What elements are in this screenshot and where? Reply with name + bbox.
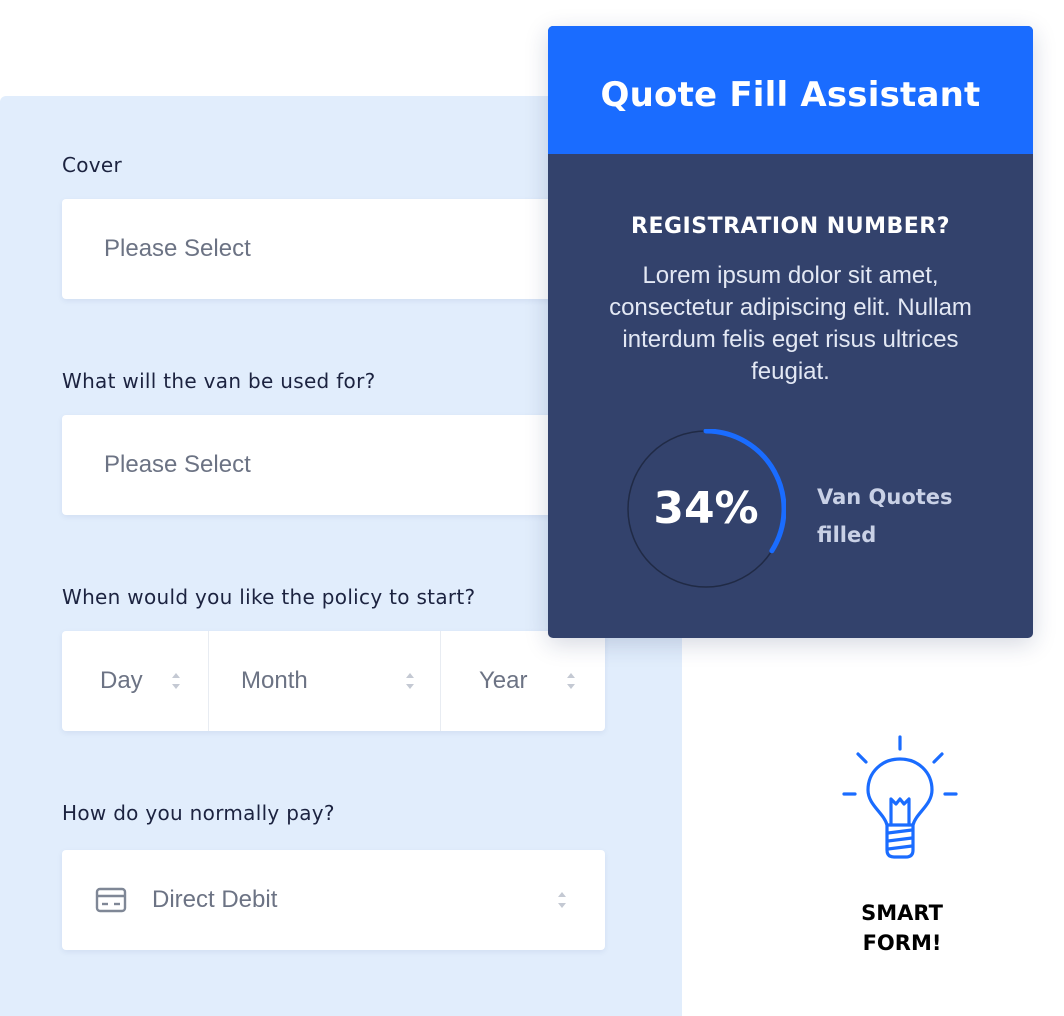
year-select-value: Year [479,667,528,694]
cover-label: Cover [62,153,123,177]
assistant-description: Lorem ipsum dolor sit amet, consectetur … [609,262,972,385]
assistant-question: REGISTRATION NUMBER? [631,214,950,239]
payment-label: How do you normally pay? [62,801,335,825]
updown-arrows-icon [558,892,566,908]
assistant-title: Quote Fill Assistant [548,26,1033,154]
year-select[interactable]: Year [441,631,605,731]
progress-percent: 34% [653,483,759,534]
day-select[interactable]: Day [62,631,209,731]
month-select-value: Month [241,667,308,694]
usage-label: What will the van be used for? [62,369,376,393]
credit-card-icon [95,887,127,913]
payment-select[interactable]: Direct Debit [62,850,605,950]
quote-fill-assistant-card: Quote Fill Assistant REGISTRATION NUMBER… [548,26,1033,638]
payment-select-value: Direct Debit [152,886,278,913]
usage-select[interactable]: Please Select [62,415,605,515]
day-select-value: Day [100,667,143,694]
start-date-label: When would you like the policy to start? [62,585,476,609]
start-date-row: Day Month Year [62,631,605,731]
cover-select-value: Please Select [104,235,251,262]
month-select[interactable]: Month [209,631,441,731]
smart-form-label: SMART FORM! [861,901,943,955]
progress-label: Van Quotes filled [817,485,953,547]
updown-arrows-icon [406,673,414,689]
lightbulb-icon [842,735,958,859]
usage-select-value: Please Select [104,451,251,478]
updown-arrows-icon [567,673,575,689]
updown-arrows-icon [172,673,180,689]
cover-select[interactable]: Please Select [62,199,605,299]
